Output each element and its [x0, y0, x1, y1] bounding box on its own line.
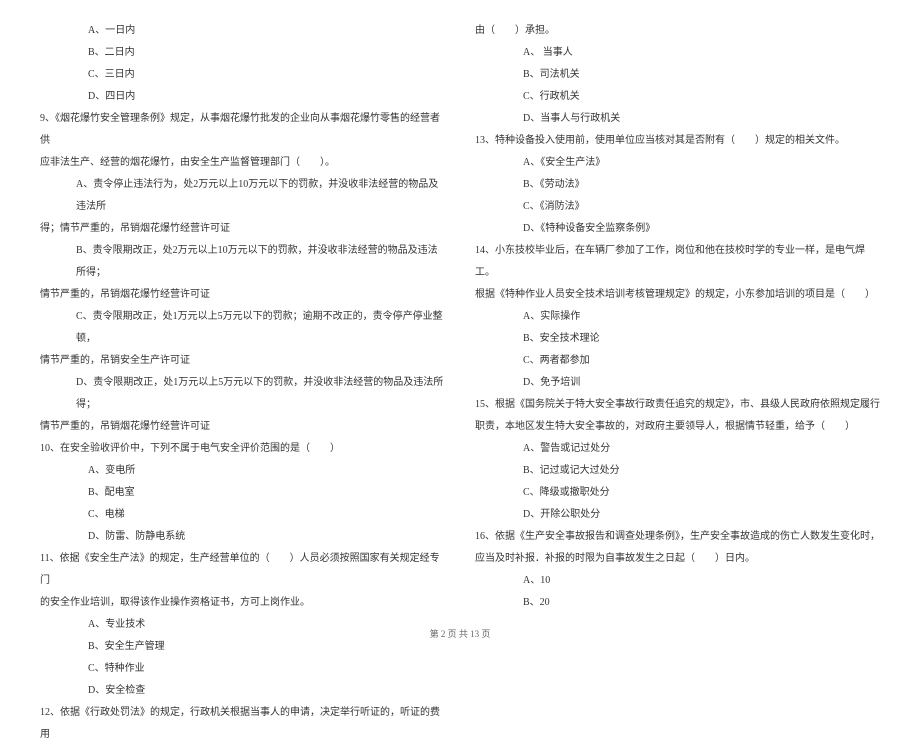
q9-option-d-1: D、责令限期改正，处1万元以上5万元以下的罚款，并没收非法经营的物品及违法所得； — [40, 372, 445, 416]
q11-text: 11、依据《安全生产法》的规定，生产经营单位的（ ）人员必须按照国家有关规定经专… — [40, 548, 445, 592]
q15-continue: 职责，本地区发生特大安全事故的，对政府主要领导人，根据情节轻重，给予（ ） — [475, 416, 880, 438]
q16-option-b: B、20 — [475, 592, 880, 614]
q12-option-c: C、行政机关 — [475, 86, 880, 108]
q9-option-c-1: C、责令限期改正，处1万元以上5万元以下的罚款；逾期不改正的，责令停产停业整顿， — [40, 306, 445, 350]
q12-option-d: D、当事人与行政机关 — [475, 108, 880, 130]
q10-option-b: B、配电室 — [40, 482, 445, 504]
q9-option-b-1: B、责令限期改正，处2万元以上10万元以下的罚款，并没收非法经营的物品及违法所得… — [40, 240, 445, 284]
page-footer: 第 2 页 共 13 页 — [0, 627, 920, 640]
q14-option-d: D、免予培训 — [475, 372, 880, 394]
q14-continue: 根据《特种作业人员安全技术培训考核管理规定》的规定，小东参加培训的项目是（ ） — [475, 284, 880, 306]
q13-option-b: B、《劳动法》 — [475, 174, 880, 196]
q14-option-b: B、安全技术理论 — [475, 328, 880, 350]
q10-text: 10、在安全验收评价中，下列不属于电气安全评价范围的是（ ） — [40, 438, 445, 460]
q15-text: 15、根据《国务院关于特大安全事故行政责任追究的规定》，市、县级人民政府依照规定… — [475, 394, 880, 416]
q13-option-a: A、《安全生产法》 — [475, 152, 880, 174]
q14-text: 14、小东技校毕业后，在车辆厂参加了工作，岗位和他在技校时学的专业一样，是电气焊… — [475, 240, 880, 284]
q11-option-d: D、安全检查 — [40, 680, 445, 702]
q15-option-c: C、降级或撤职处分 — [475, 482, 880, 504]
page-number: 第 2 页 共 13 页 — [430, 629, 491, 639]
q9-text: 9、《烟花爆竹安全管理条例》规定，从事烟花爆竹批发的企业向从事烟花爆竹零售的经营… — [40, 108, 445, 152]
q14-option-a: A、实际操作 — [475, 306, 880, 328]
q12-option-a: A、 当事人 — [475, 42, 880, 64]
q9-option-c-2: 情节严重的，吊销安全生产许可证 — [40, 350, 445, 372]
q8-option-c: C、三日内 — [40, 64, 445, 86]
q8-option-a: A、一日内 — [40, 20, 445, 42]
q15-option-a: A、警告或记过处分 — [475, 438, 880, 460]
q12-option-b: B、司法机关 — [475, 64, 880, 86]
q9-continue: 应非法生产、经营的烟花爆竹，由安全生产监督管理部门（ ）。 — [40, 152, 445, 174]
q13-option-c: C、《消防法》 — [475, 196, 880, 218]
q8-option-b: B、二日内 — [40, 42, 445, 64]
q9-option-a-1: A、责令停止违法行为，处2万元以上10万元以下的罚款，并没收非法经营的物品及违法… — [40, 174, 445, 218]
q16-continue: 应当及时补报．补报的时限为自事故发生之日起（ ）日内。 — [475, 548, 880, 570]
q10-option-c: C、电梯 — [40, 504, 445, 526]
q12-continue: 由（ ）承担。 — [475, 20, 880, 42]
q16-option-a: A、10 — [475, 570, 880, 592]
q10-option-a: A、变电所 — [40, 460, 445, 482]
q13-text: 13、特种设备投入使用前，使用单位应当核对其是否附有（ ）规定的相关文件。 — [475, 130, 880, 152]
q14-option-c: C、两者都参加 — [475, 350, 880, 372]
q8-option-d: D、四日内 — [40, 86, 445, 108]
q13-option-d: D、《特种设备安全监察条例》 — [475, 218, 880, 240]
right-column: 由（ ）承担。 A、 当事人 B、司法机关 C、行政机关 D、当事人与行政机关 … — [475, 20, 880, 610]
page-content: A、一日内 B、二日内 C、三日内 D、四日内 9、《烟花爆竹安全管理条例》规定… — [40, 20, 880, 610]
q11-continue: 的安全作业培训，取得该作业操作资格证书，方可上岗作业。 — [40, 592, 445, 614]
q16-text: 16、依据《生产安全事故报告和调查处理条例》，生产安全事故造成的伤亡人数发生变化… — [475, 526, 880, 548]
q11-option-c: C、特种作业 — [40, 658, 445, 680]
q10-option-d: D、防雷、防静电系统 — [40, 526, 445, 548]
q9-option-a-2: 得；情节严重的，吊销烟花爆竹经营许可证 — [40, 218, 445, 240]
q9-option-d-2: 情节严重的，吊销烟花爆竹经营许可证 — [40, 416, 445, 438]
left-column: A、一日内 B、二日内 C、三日内 D、四日内 9、《烟花爆竹安全管理条例》规定… — [40, 20, 445, 610]
q15-option-d: D、开除公职处分 — [475, 504, 880, 526]
q9-option-b-2: 情节严重的，吊销烟花爆竹经营许可证 — [40, 284, 445, 306]
q15-option-b: B、记过或记大过处分 — [475, 460, 880, 482]
q12-text: 12、依据《行政处罚法》的规定，行政机关根据当事人的申请，决定举行听证的，听证的… — [40, 702, 445, 746]
